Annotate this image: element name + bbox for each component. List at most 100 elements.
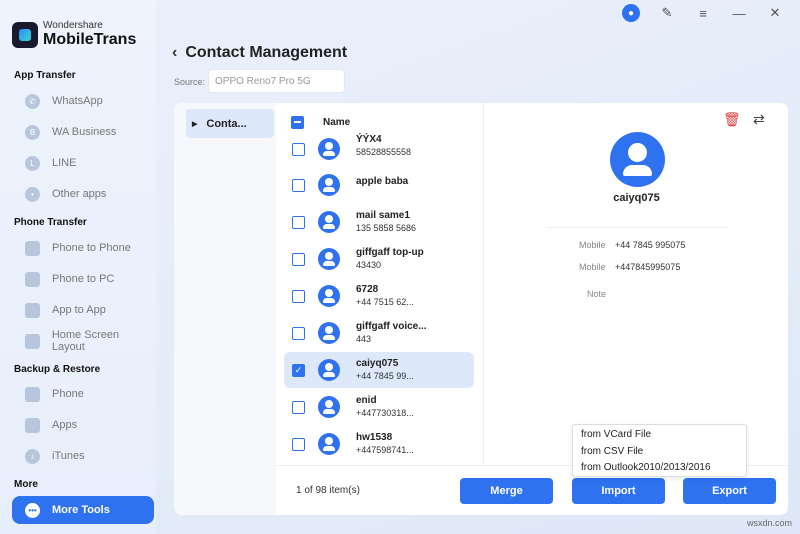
product-name: MobileTrans (43, 31, 137, 48)
other-apps-icon: • (25, 186, 40, 202)
menu-item-outlook[interactable]: from Outlook2010/2013/2016 (573, 460, 746, 477)
sidebar-item-other-apps[interactable]: • Other apps (12, 181, 154, 207)
contact-phone: +447730318... (356, 408, 414, 418)
contact-checkbox[interactable] (292, 437, 305, 451)
contact-avatar-icon (318, 322, 340, 344)
sidebar-item-phone[interactable]: Phone (12, 381, 154, 407)
contact-avatar-icon (318, 248, 340, 270)
contact-row[interactable]: hw1538 +447598741... (284, 426, 474, 462)
contact-row[interactable]: ÝÝX4 58528855558 (284, 131, 474, 167)
source-label: Source: (174, 77, 206, 87)
sidebar-item-phone-to-pc[interactable]: Phone to PC (12, 266, 154, 292)
contact-row[interactable]: giffgaff voice... 443 (284, 315, 474, 351)
sidebar-item-itunes[interactable]: ♪ iTunes (12, 443, 154, 469)
brand-name: Wondershare (43, 20, 103, 31)
export-button[interactable]: Export (683, 478, 776, 504)
contact-phone: 135 5858 5686 (356, 223, 417, 233)
edit-icon[interactable]: ✎ (658, 4, 676, 22)
section-more: More (14, 479, 38, 490)
trash-icon[interactable]: 🗑 (723, 111, 741, 128)
contact-phone: 443 (356, 334, 372, 344)
watermark: wsxdn.com (746, 518, 792, 528)
sidebar-item-phone-to-phone[interactable]: Phone to Phone (12, 235, 154, 261)
contact-name: apple baba (356, 175, 409, 187)
page-header: ‹ Contact Management (172, 44, 347, 62)
mobiletrans-logo-icon (12, 21, 38, 48)
contact-detail-avatar-icon (610, 132, 665, 187)
contact-checkbox[interactable] (292, 215, 305, 229)
contact-avatar-icon (318, 174, 340, 196)
contact-avatar-icon (318, 433, 340, 455)
menu-item-vcard[interactable]: from VCard File (573, 427, 746, 444)
sidebar-item-whatsapp[interactable]: ✆ WhatsApp (12, 88, 154, 114)
phone-to-phone-icon (25, 240, 40, 256)
contact-avatar-icon (318, 396, 340, 418)
sidebar-item-app-to-app[interactable]: App to App (12, 297, 154, 323)
back-chevron-icon[interactable]: ‹ (172, 44, 177, 62)
caret-right-icon: ▶ (192, 120, 198, 128)
contact-name: enid (356, 395, 377, 406)
close-icon[interactable]: ✕ (766, 4, 784, 22)
app-to-app-icon (25, 302, 40, 318)
whatsapp-icon: ✆ (25, 93, 40, 109)
section-backup-restore: Backup & Restore (14, 364, 101, 375)
contact-row[interactable]: apple baba (284, 167, 474, 203)
contact-checkbox[interactable] (292, 289, 305, 303)
contact-checkbox-checked[interactable]: ✓ (292, 363, 305, 377)
group-list: ▶ Conta... (174, 103, 276, 515)
source-device-field[interactable]: OPPO Reno7 Pro 5G (208, 69, 345, 93)
line-icon: L (25, 155, 40, 171)
contact-phone: 58528855558 (356, 147, 412, 157)
contact-avatar-icon (318, 359, 340, 381)
detail-field-note: Note (587, 289, 607, 299)
home-screen-layout-icon (25, 333, 40, 349)
contact-phone: 43430 (356, 260, 382, 270)
contact-checkbox[interactable] (292, 142, 305, 156)
contact-phone: +44 7515 62... (356, 297, 414, 307)
more-tools-icon: ••• (25, 502, 40, 518)
name-column-header: Name (323, 116, 351, 128)
contact-row-selected[interactable]: ✓ caiyq075 +44 7845 99... (284, 352, 474, 388)
window-controls: ● ✎ ≡ — ✕ (622, 4, 784, 22)
apps-icon (25, 417, 40, 433)
contact-checkbox[interactable] (292, 326, 305, 340)
sidebar-item-more-tools[interactable]: ••• More Tools (12, 496, 154, 524)
contact-checkbox[interactable] (292, 400, 305, 414)
sidebar-item-home-screen-layout[interactable]: Home Screen Layout (12, 328, 154, 354)
contact-name: ÝÝX4 (356, 134, 382, 145)
contact-row[interactable]: giffgaff top-up 43430 (284, 241, 474, 277)
section-phone-transfer: Phone Transfer (14, 217, 87, 228)
menu-icon[interactable]: ≡ (694, 4, 712, 22)
wa-business-icon: B (25, 124, 40, 140)
swap-icon[interactable]: ⇄ (753, 111, 765, 128)
phone-icon (25, 386, 40, 402)
contact-name: giffgaff top-up (356, 247, 424, 258)
contact-name: giffgaff voice... (356, 321, 427, 332)
sidebar-item-wa-business[interactable]: B WA Business (12, 119, 154, 145)
sidebar-item-line[interactable]: L LINE (12, 150, 154, 176)
itunes-icon: ♪ (25, 448, 40, 464)
contact-row[interactable]: mail same1 135 5858 5686 (284, 204, 474, 240)
merge-button[interactable]: Merge (460, 478, 553, 504)
menu-item-csv[interactable]: from CSV File (573, 444, 746, 461)
user-icon[interactable]: ● (622, 4, 640, 22)
minimize-icon[interactable]: — (730, 4, 748, 22)
select-all-checkbox[interactable] (291, 115, 304, 129)
contact-phone: +44 7845 99... (356, 371, 414, 381)
contact-checkbox[interactable] (292, 178, 305, 192)
contact-phone: +447598741... (356, 445, 414, 455)
app-logo: Wondershare MobileTrans (12, 20, 136, 49)
contact-name: 6728 (356, 284, 379, 295)
contact-row[interactable]: enid +447730318... (284, 389, 474, 425)
contact-row[interactable]: 6728 +44 7515 62... (284, 278, 474, 314)
divider (547, 227, 727, 228)
import-button[interactable]: Import (572, 478, 665, 504)
sidebar-item-apps[interactable]: Apps (12, 412, 154, 438)
detail-field-mobile: Mobile +44 7845 995075 (579, 240, 686, 250)
contact-avatar-icon (318, 211, 340, 233)
contact-checkbox[interactable] (292, 252, 305, 266)
group-item-contacts[interactable]: ▶ Conta... (186, 109, 274, 138)
contact-avatar-icon (318, 138, 340, 160)
detail-field-mobile: Mobile +447845995075 (579, 262, 681, 272)
contact-detail: 🗑 ⇄ caiyq075 Mobile +44 7845 995075 Mobi… (485, 103, 788, 465)
